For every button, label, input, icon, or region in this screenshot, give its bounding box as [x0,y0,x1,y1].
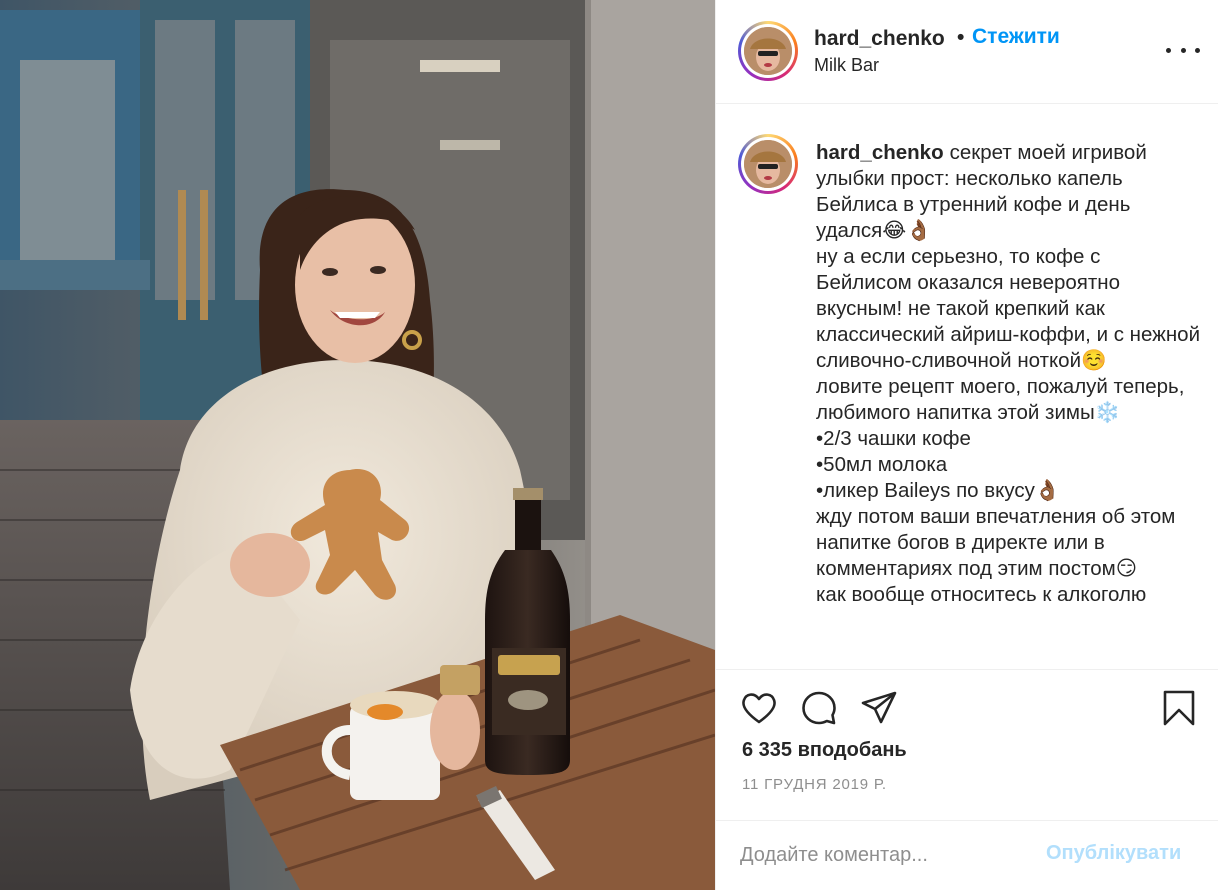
post-photo-illustration [0,0,715,890]
post-photo[interactable] [0,0,715,890]
location-link[interactable]: Milk Bar [814,55,879,76]
caption-avatar-border [741,137,795,191]
more-dot [1195,47,1200,53]
bookmark-icon-shape [1163,690,1195,726]
more-dot [1166,47,1171,53]
caption-avatar-image [744,140,792,188]
header-avatar-border [741,24,795,78]
paper-plane-icon[interactable] [859,688,899,728]
avatar-picture-icon [744,140,792,188]
heart-icon[interactable] [739,688,779,728]
post-caption: hard_chenko секрет моей игривой улыбки пр… [816,140,1201,608]
header-avatar-image [744,27,792,75]
comment-icon[interactable] [799,688,839,728]
caption-text: секрет моей игривой улыбки прост: нескол… [816,141,1201,606]
bookmark-icon[interactable] [1159,688,1199,728]
likes-count[interactable]: 6 335 вподобань [742,739,907,762]
header-avatar[interactable] [738,21,798,81]
add-comment-form: Опублікувати [716,822,1218,890]
paper-plane-icon-shape [861,691,897,724]
header-separator-dot: • [957,26,965,49]
more-horizontal-icon[interactable] [1166,38,1200,62]
post-header: hard_chenko • Стежити Milk Bar [716,0,1218,104]
more-dot [1180,47,1186,53]
post-date[interactable]: 11 ГРУДНЯ 2019 Р. [742,776,887,793]
post-actions: 6 335 вподобань 11 ГРУДНЯ 2019 Р. [716,671,1218,821]
comment-input[interactable] [740,840,1040,870]
caption-area[interactable]: hard_chenko секрет моей игривой улыбки пр… [716,105,1218,670]
follow-button[interactable]: Стежити [972,25,1060,49]
heart-icon-shape [742,693,776,724]
header-username-link[interactable]: hard_chenko [814,27,945,51]
post-details-panel: hard_chenko • Стежити Milk Bar hard_chen… [715,0,1218,890]
caption-username-link[interactable]: hard_chenko [816,141,944,164]
publish-button[interactable]: Опублікувати [1046,842,1181,865]
avatar-picture-icon [744,27,792,75]
caption-avatar[interactable] [738,134,798,194]
comment-icon-shape [802,691,836,725]
